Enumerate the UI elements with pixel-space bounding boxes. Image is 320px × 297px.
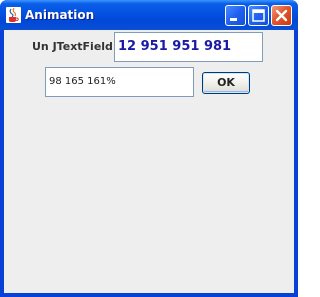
minimize-icon: [230, 18, 237, 21]
java-cup-icon[interactable]: [6, 7, 21, 23]
percent-text-field[interactable]: 98 165 161%: [45, 67, 194, 97]
window-title: Animation: [25, 8, 95, 22]
minimize-button[interactable]: [225, 5, 246, 26]
ok-button[interactable]: OK: [202, 72, 250, 94]
title-bar[interactable]: Animation: [0, 0, 298, 30]
close-icon: [275, 9, 288, 22]
close-button[interactable]: [271, 5, 292, 26]
textfield-label: Un JTextField: [32, 40, 113, 53]
number-text-field[interactable]: 12 951 951 981: [114, 32, 263, 62]
content-panel: Un JTextField 12 951 951 981 98 165 161%…: [4, 30, 294, 293]
maximize-icon: [252, 9, 265, 22]
application-window: Animation Un JTextField 12 951 951 981 9…: [0, 0, 298, 297]
maximize-button[interactable]: [248, 5, 269, 26]
